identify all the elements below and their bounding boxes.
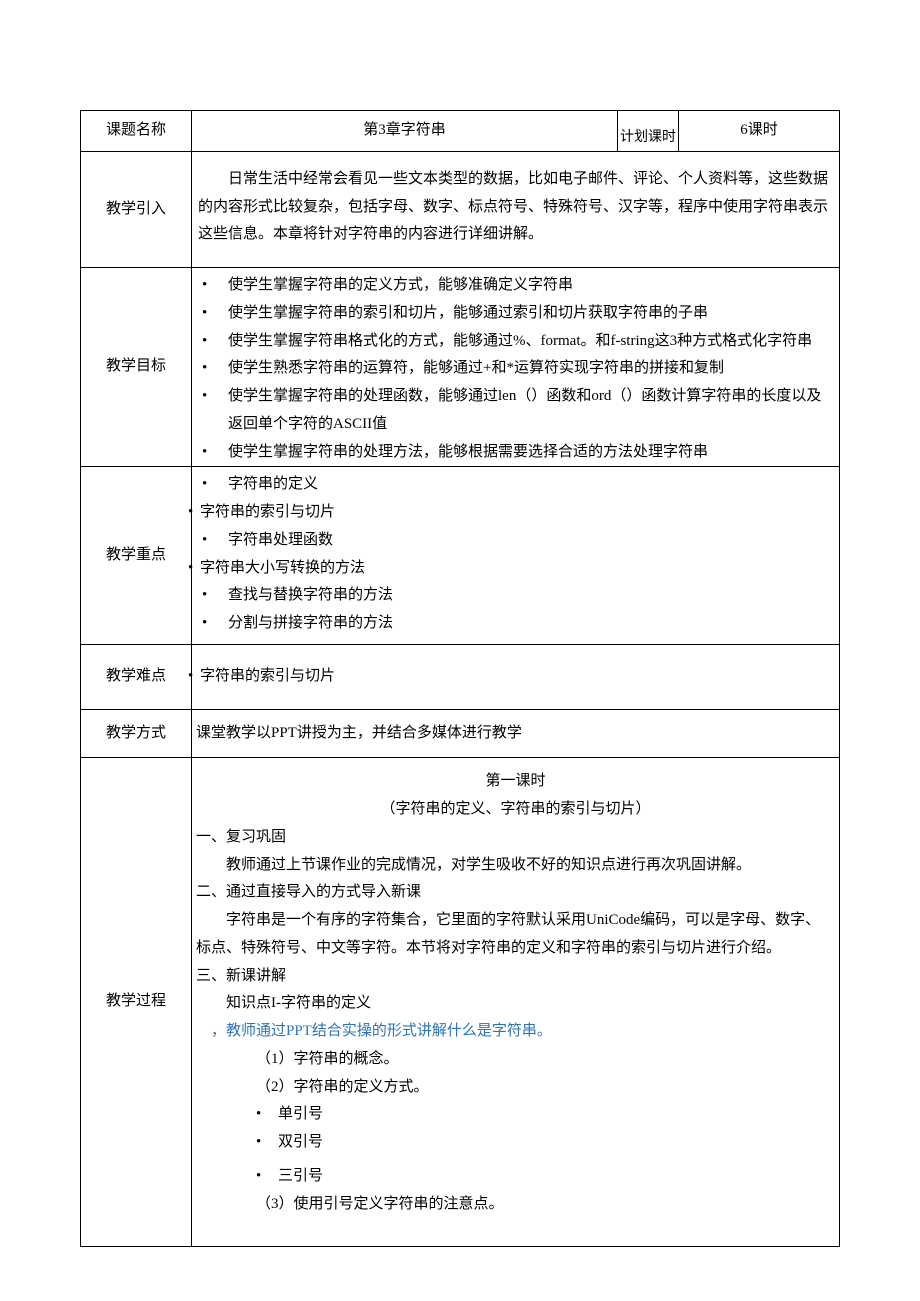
goal-item: • 使学生掌握字符串的索引和切片，能够通过索引和切片获取字符串的子串 (196, 300, 835, 328)
label-topic-name: 课题名称 (81, 111, 192, 152)
cell-process: 第一课时 （字符串的定义、字符串的索引与切片） 一、复习巩固 教师通过上节课作业… (192, 758, 840, 1247)
lesson-subtitle: （字符串的定义、字符串的索引与切片） (196, 796, 835, 824)
kp1-sub3: （3）使用引号定义字符串的注意点。 (196, 1191, 835, 1219)
section-1-head: 一、复习巩固 (196, 824, 835, 852)
focus-item: • 字符串大小写转换的方法 (188, 555, 835, 583)
lesson-number: 第一课时 (196, 768, 835, 796)
cell-hours-value: 6课时 (679, 111, 840, 152)
cell-intro: 日常生活中经常会看见一些文本类型的数据，比如电子邮件、评论、个人资料等，这些数据… (192, 151, 840, 267)
section-3-head: 三、新课讲解 (196, 963, 835, 991)
knowledge-point-1-note: ，教师通过PPT结合实操的形式讲解什么是字符串。 (196, 1018, 835, 1046)
label-plan-hours: 计划课时 (618, 111, 679, 152)
label-difficulty: 教学难点 (81, 644, 192, 709)
label-intro: 教学引入 (81, 151, 192, 267)
section-2-body: 字符串是一个有序的字符集合，它里面的字符默认采用UniCode编码，可以是字母、… (196, 907, 835, 963)
goal-item: • 使学生熟悉字符串的运算符，能够通过+和*运算符实现字符串的拼接和复制 (196, 355, 835, 383)
focus-item: • 查找与替换字符串的方法 (196, 582, 835, 610)
cell-mode: 课堂教学以PPT讲授为主，并结合多媒体进行教学 (192, 709, 840, 758)
label-goals: 教学目标 (81, 268, 192, 467)
lesson-plan-table: 课题名称 第3章字符串 计划课时 6课时 教学引入 日常生活中经常会看见一些文本… (80, 110, 840, 1247)
cell-difficulty: • 字符串的索引与切片 (192, 644, 840, 709)
goal-item: • 使学生掌握字符串的处理方法，能够根据需要选择合适的方法处理字符串 (196, 439, 835, 467)
goal-item: • 使学生掌握字符串格式化的方式，能够通过%、format。和f-string这… (196, 328, 835, 356)
label-focus: 教学重点 (81, 467, 192, 645)
quote-option: • 三引号 (196, 1163, 835, 1191)
kp1-sub2: （2）字符串的定义方式。 (196, 1074, 835, 1102)
cell-goals: • 使学生掌握字符串的定义方式，能够准确定义字符串 • 使学生掌握字符串的索引和… (192, 268, 840, 467)
focus-item: • 字符串的索引与切片 (188, 499, 835, 527)
focus-item: • 分割与拼接字符串的方法 (196, 610, 835, 638)
cell-focus: • 字符串的定义 • 字符串的索引与切片 • 字符串处理函数 • 字符串大小写转… (192, 467, 840, 645)
goal-item: • 使学生掌握字符串的处理函数，能够通过len（）函数和ord（）函数计算字符串… (196, 383, 835, 439)
cell-topic-value: 第3章字符串 (192, 111, 618, 152)
goal-item: • 使学生掌握字符串的定义方式，能够准确定义字符串 (196, 272, 835, 300)
focus-item: • 字符串的定义 (196, 471, 835, 499)
focus-item: • 字符串处理函数 (196, 527, 835, 555)
section-1-body: 教师通过上节课作业的完成情况，对学生吸收不好的知识点进行再次巩固讲解。 (196, 852, 835, 880)
intro-text: 日常生活中经常会看见一些文本类型的数据，比如电子邮件、评论、个人资料等，这些数据… (198, 166, 833, 249)
kp1-sub1: （1）字符串的概念。 (196, 1046, 835, 1074)
quote-option: • 单引号 (196, 1101, 835, 1129)
label-process: 教学过程 (81, 758, 192, 1247)
difficulty-item: • 字符串的索引与切片 (188, 663, 835, 691)
label-mode: 教学方式 (81, 709, 192, 758)
knowledge-point-1: 知识点I-字符串的定义 (196, 990, 835, 1018)
section-2-head: 二、通过直接导入的方式导入新课 (196, 879, 835, 907)
quote-option: • 双引号 (196, 1129, 835, 1157)
